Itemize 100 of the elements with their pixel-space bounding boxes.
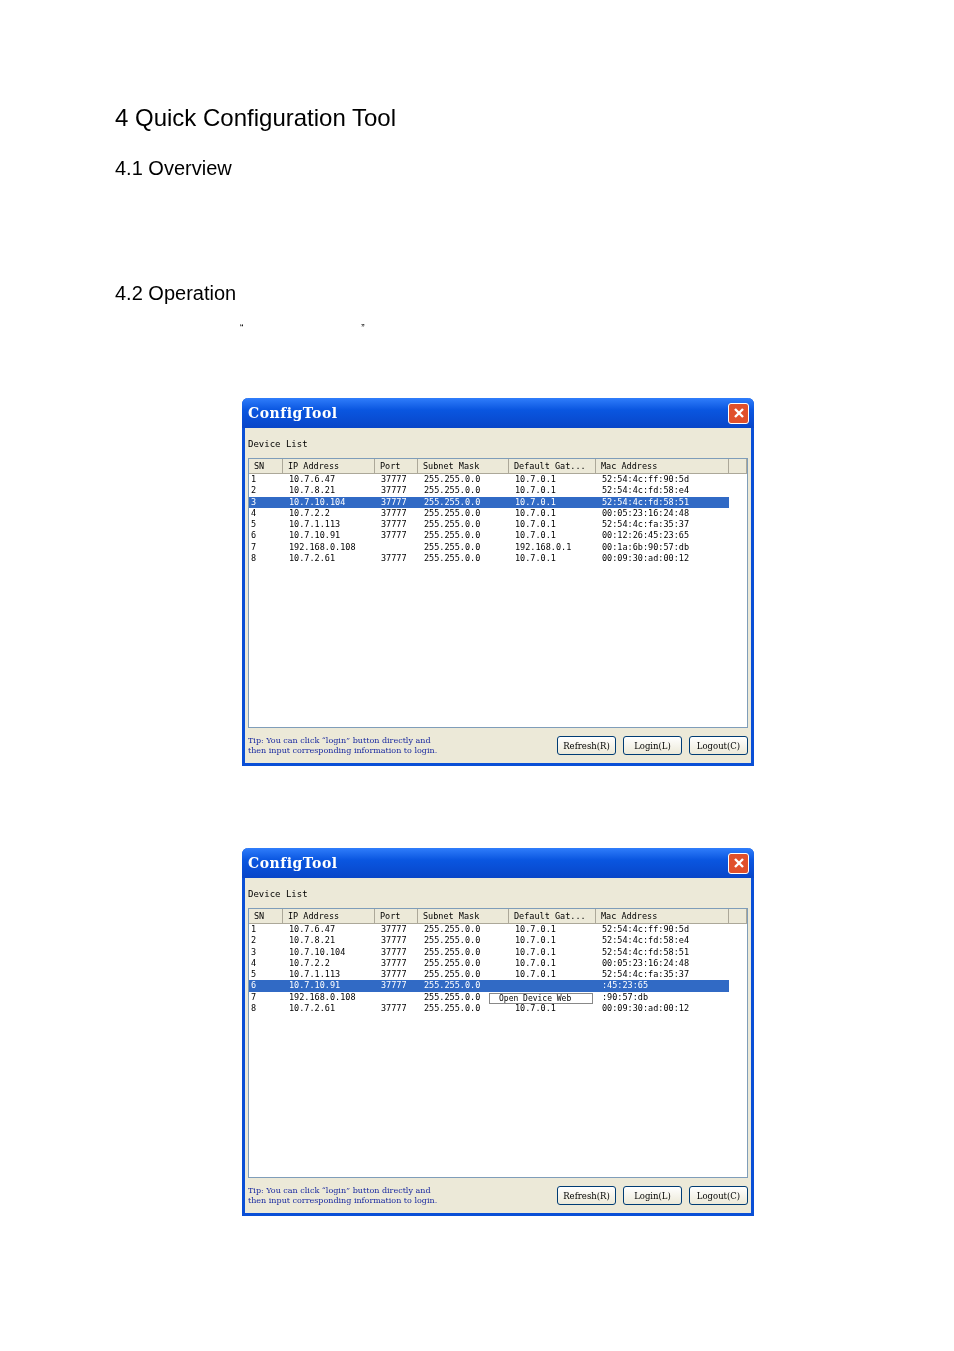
table-cell: 10.7.10.104 [289,496,346,508]
column-header[interactable]: Mac Address [596,459,729,473]
action-button[interactable]: Logout(C) [689,1186,748,1205]
action-button[interactable]: Refresh(R) [557,1186,616,1205]
table-cell: 255.255.0.0 [424,496,481,508]
column-header[interactable]: SN [249,909,283,923]
table-cell: 37777 [381,496,407,508]
table-cell: 10.7.0.1 [515,935,556,947]
heading: 4 Quick Configuration Tool [115,103,397,133]
table-cell: 255.255.0.0 [424,485,481,497]
column-header[interactable]: Port [375,909,418,923]
action-button[interactable]: Refresh(R) [557,736,616,755]
table-cell: 37777 [381,474,407,486]
table-cell: 10.7.2.2 [289,957,330,970]
table-cell: 8 [251,1003,257,1015]
table-cell: 10.7.0.1 [515,474,556,486]
table-cell: 10.7.6.47 [289,924,336,936]
table-cell: 7 [251,541,257,554]
table-cell: 6 [251,980,257,992]
table-cell: 255.255.0.0 [424,957,481,970]
table-cell: 255.255.0.0 [424,530,481,542]
quote-mark: “ [240,322,244,336]
close-button[interactable] [728,402,749,424]
table-cell: :45:23:65 [602,980,649,992]
table-cell: 37777 [381,946,407,958]
table-cell: 37777 [381,924,407,936]
table-cell: 37777 [381,935,407,947]
table-cell: 2 [251,485,257,497]
heading: 4.2 Operation [115,281,237,306]
close-icon [732,857,745,869]
selected-row[interactable]: 3 10.7.10.104 37777 255.255.0.0 10.7.0.1 52:54:4c:fd:58:51 [249,496,729,508]
column-header[interactable]: Default Gat... [509,909,596,923]
table-cell: 192.168.0.1 [515,541,572,554]
window-title: ConfigTool [248,855,338,871]
column-header[interactable]: Subnet Mask [418,459,509,473]
table-cell: 5 [251,519,257,531]
tip-text: then input corresponding information to login. [248,1195,438,1206]
table-cell: 255.255.0.0 [424,991,481,1004]
table-cell: 10.7.0.1 [515,1003,556,1015]
column-header[interactable]: Default Gat... [509,459,596,473]
table-cell: 10.7.2.2 [289,507,330,520]
tip-text: Tip: You can click “login” button directly and [248,1185,432,1196]
table-cell: 10.7.2.61 [289,553,336,565]
table-cell: 255.255.0.0 [424,980,481,992]
action-button[interactable]: Logout(C) [689,736,748,755]
window-title: ConfigTool [248,405,338,421]
table-cell: 10.7.0.1 [515,957,556,970]
table-cell: 52:54:4c:ff:90:5d [602,924,689,936]
section-label: Device List [248,888,308,900]
column-header[interactable]: Port [375,459,418,473]
table-cell: 10.7.1.113 [289,969,341,981]
column-header[interactable]: Mac Address [596,909,729,923]
menu-item[interactable]: Open Device Web [499,994,572,1003]
close-button[interactable] [728,852,749,874]
selected-row[interactable]: 6 10.7.10.91 37777 255.255.0.0 :45:23:65 [249,980,729,992]
heading: 4.1 Overview [115,156,232,181]
table-cell: 8 [251,553,257,565]
table-cell: 5 [251,969,257,981]
table-cell: 10.7.0.1 [515,924,556,936]
table-cell: 52:54:4c:fd:58:51 [602,946,689,958]
column-header[interactable]: IP Address [283,459,375,473]
table-cell: 192.168.0.108 [289,541,356,554]
table-cell: 52:54:4c:fd:58:51 [602,496,689,508]
column-header[interactable]: IP Address [283,909,375,923]
table-cell: 37777 [381,553,407,565]
table-cell: 37777 [381,969,407,981]
table-cell: 37777 [381,1003,407,1015]
table-cell: 255.255.0.0 [424,946,481,958]
table-cell: 00:09:30:ad:00:12 [602,553,689,565]
table-cell: 00:09:30:ad:00:12 [602,1003,689,1015]
table-cell: 10.7.1.113 [289,519,341,531]
table-cell: 37777 [381,530,407,542]
table-cell: 10.7.8.21 [289,935,336,947]
table-cell: 4 [251,957,257,970]
table-cell: 6 [251,530,257,542]
table-cell: 00:05:23:16:24:48 [602,957,689,970]
table-cell: 255.255.0.0 [424,519,481,531]
table-cell: 255.255.0.0 [424,969,481,981]
table-cell: 10.7.0.1 [515,519,556,531]
table-cell: 10.7.0.1 [515,530,556,542]
table-cell: 10.7.10.91 [289,980,341,992]
table-cell: 10.7.0.1 [515,946,556,958]
table-cell: 255.255.0.0 [424,474,481,486]
table-cell: 255.255.0.0 [424,935,481,947]
close-icon [732,407,745,419]
table-cell: 52:54:4c:ff:90:5d [602,474,689,486]
column-header[interactable]: SN [249,459,283,473]
table-cell: 10.7.2.61 [289,1003,336,1015]
table-cell: 10.7.6.47 [289,474,336,486]
table-cell: 00:12:26:45:23:65 [602,530,689,542]
action-button[interactable]: Login(L) [623,736,682,755]
column-header[interactable]: Subnet Mask [418,909,509,923]
table-cell: 255.255.0.0 [424,541,481,554]
section-label: Device List [248,438,308,450]
table-cell: 37777 [381,519,407,531]
table-cell: 4 [251,507,257,520]
table-cell: 10.7.10.104 [289,946,346,958]
table-cell: 37777 [381,980,407,992]
action-button[interactable]: Login(L) [623,1186,682,1205]
table-cell: 255.255.0.0 [424,1003,481,1015]
